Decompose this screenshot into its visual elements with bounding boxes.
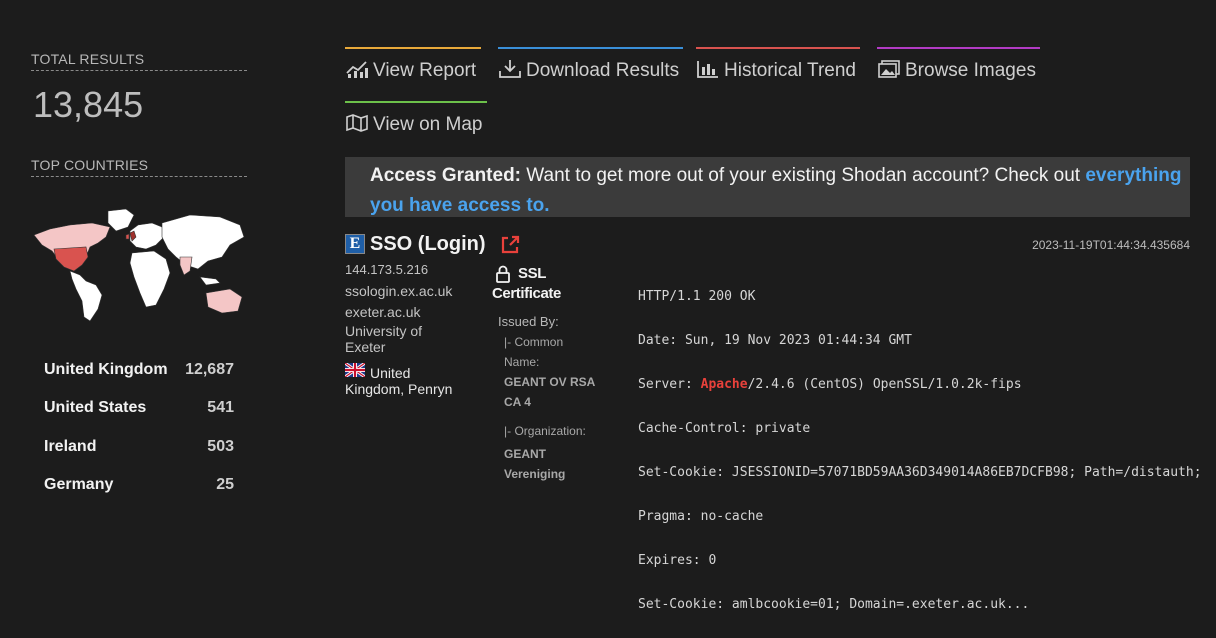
- country-row[interactable]: Ireland 503: [44, 438, 234, 456]
- external-link-icon[interactable]: [500, 235, 520, 255]
- http-line: Expires: 0: [638, 553, 717, 568]
- country-count: 541: [207, 399, 234, 416]
- country-count: 503: [207, 438, 234, 455]
- tab-historical-trend[interactable]: Historical Trend: [696, 47, 860, 83]
- http-line: Date: Sun, 19 Nov 2023 01:44:34 GMT: [638, 333, 912, 348]
- tab-view-on-map[interactable]: View on Map: [345, 101, 487, 137]
- country-count: 25: [216, 476, 234, 493]
- ssl-common-name-label: |- Common Name:: [504, 335, 564, 369]
- favicon-letter: E: [346, 235, 364, 253]
- country-name: Ireland: [44, 438, 97, 455]
- result-timestamp: 2023-11-19T01:44:34.435684: [1032, 238, 1190, 252]
- map-icon: [346, 114, 368, 132]
- http-line: Cache-Control: private: [638, 421, 811, 436]
- ssl-issued-by: Issued By:: [498, 314, 559, 329]
- result-title[interactable]: SSO (Login): [370, 233, 486, 256]
- top-countries-label: TOP COUNTRIES: [31, 157, 247, 177]
- country-row[interactable]: Germany 25: [44, 476, 234, 494]
- ssl-organization: GEANT Vereniging: [504, 447, 566, 481]
- world-map[interactable]: [30, 205, 246, 325]
- http-line: HTTP/1.1 200 OK: [638, 289, 756, 304]
- total-results-label: TOTAL RESULTS: [31, 51, 247, 71]
- banner-strong: Access Granted:: [370, 165, 522, 186]
- tab-label: View on Map: [373, 114, 483, 135]
- country-name: United States: [44, 399, 147, 416]
- http-line: Pragma: no-cache: [638, 509, 764, 524]
- http-response: HTTP/1.1 200 OK Date: Sun, 19 Nov 2023 0…: [638, 264, 1202, 638]
- bar-chart-icon: [697, 61, 718, 78]
- total-results-value: 13,845: [33, 84, 144, 125]
- tab-browse-images[interactable]: Browse Images: [877, 47, 1040, 83]
- access-granted-banner: Access Granted: Want to get more out of …: [345, 157, 1190, 217]
- server-key: Server:: [638, 377, 701, 392]
- server-version: /2.4.6 (CentOS) OpenSSL/1.0.2k-fips: [747, 377, 1022, 392]
- tab-label: Browse Images: [905, 60, 1036, 81]
- ssl-organization-label: |- Organization:: [504, 424, 586, 438]
- tab-label: View Report: [373, 60, 477, 81]
- tab-view-report[interactable]: View Report: [345, 47, 481, 83]
- download-icon: [499, 60, 521, 78]
- country-name: United Kingdom: [44, 361, 168, 378]
- http-line: Set-Cookie: JSESSIONID=57071BD59AA36D349…: [638, 465, 1202, 480]
- country-count: 12,687: [185, 361, 234, 378]
- tab-download-results[interactable]: Download Results: [498, 47, 683, 83]
- http-line: Set-Cookie: amlbcookie=01; Domain=.exete…: [638, 597, 1030, 612]
- result-org[interactable]: University of Exeter: [345, 323, 455, 355]
- country-row[interactable]: United Kingdom 12,687: [44, 361, 234, 379]
- ssl-certificate-title[interactable]: SSL Certificate: [492, 264, 578, 304]
- tab-label: Historical Trend: [724, 60, 856, 81]
- chart-icon: [346, 61, 368, 78]
- ssl-common-name: GEANT OV RSA CA 4: [504, 375, 595, 409]
- tab-label: Download Results: [526, 60, 680, 81]
- images-icon: [878, 60, 900, 78]
- result-hostname[interactable]: ssologin.ex.ac.uk: [345, 283, 452, 299]
- banner-text: Want to get more out of your existing Sh…: [521, 165, 1086, 186]
- country-row[interactable]: United States 541: [44, 399, 234, 417]
- result-location: United Kingdom, Penryn: [345, 365, 453, 397]
- result-domain[interactable]: exeter.ac.uk: [345, 304, 421, 320]
- result-ip[interactable]: 144.173.5.216: [345, 262, 428, 277]
- country-name: Germany: [44, 476, 114, 493]
- server-name: Apache: [700, 377, 748, 392]
- http-line-server: Server: Apache/2.4.6 (CentOS) OpenSSL/1.…: [638, 374, 1202, 396]
- favicon-icon: E: [345, 234, 365, 254]
